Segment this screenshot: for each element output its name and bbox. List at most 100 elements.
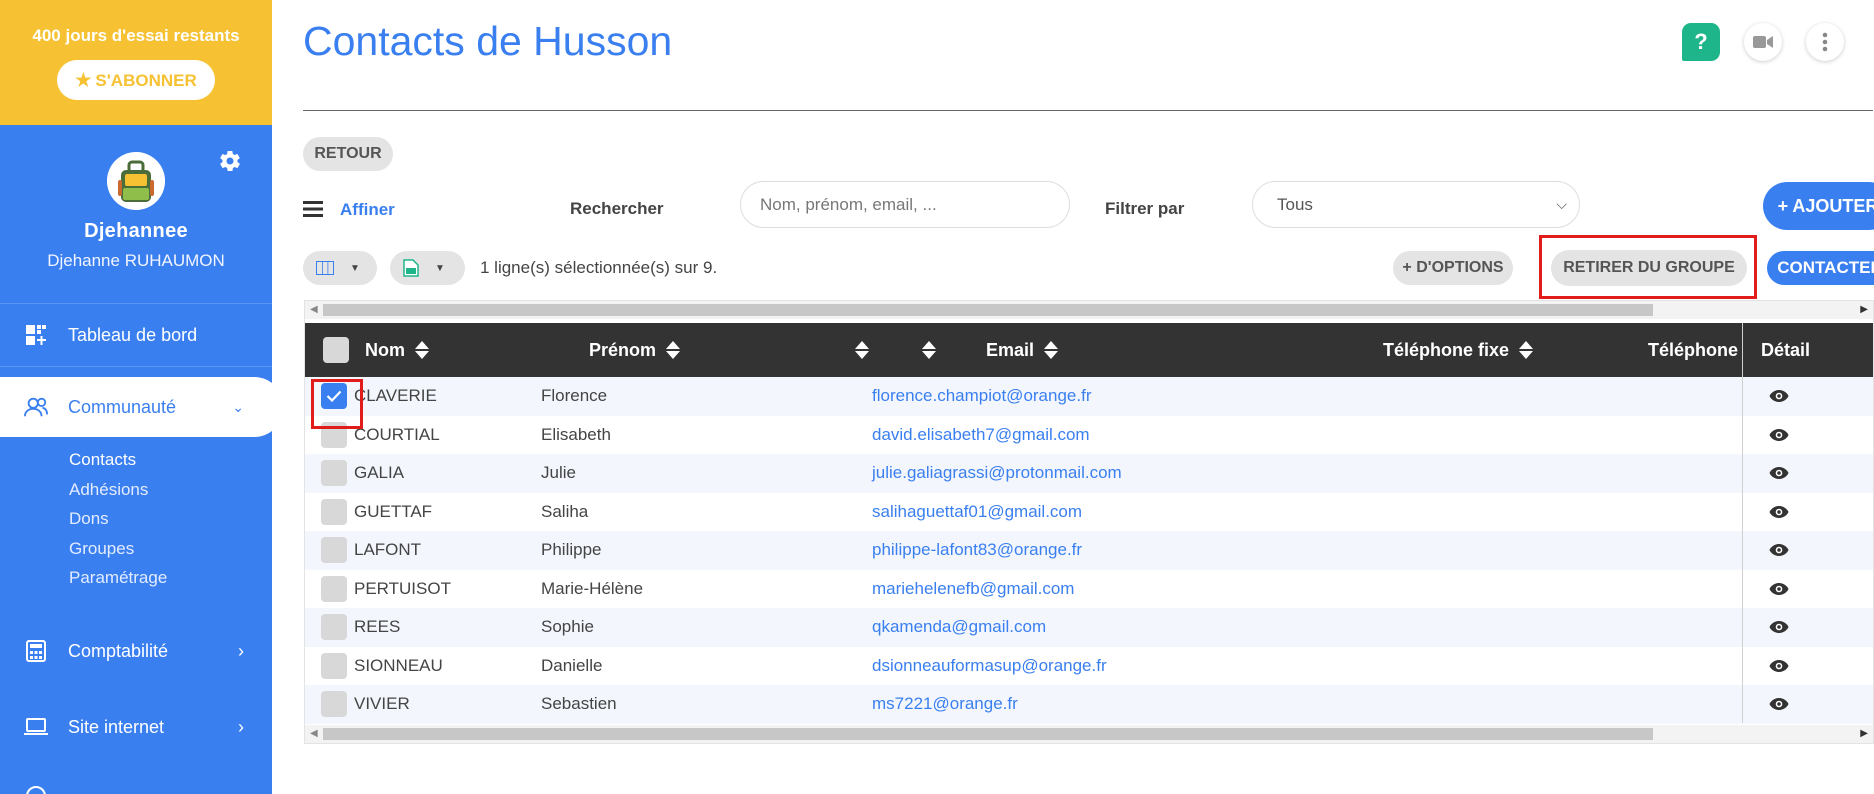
hamburger-icon[interactable] — [303, 201, 323, 217]
cell-email-link[interactable]: julie.galiagrassi@protonmail.com — [872, 454, 1122, 493]
column-header-email[interactable]: Email — [986, 323, 1059, 377]
row-checkbox[interactable] — [321, 460, 347, 487]
subnav-groups[interactable]: Groupes — [69, 537, 167, 567]
row-checkbox[interactable] — [321, 614, 347, 641]
row-checkbox-cell[interactable] — [321, 608, 347, 647]
video-call-button[interactable] — [1744, 23, 1782, 61]
scrollbar-thumb[interactable] — [323, 304, 1653, 316]
table-row[interactable]: REES Sophie qkamenda@gmail.com — [305, 608, 1873, 647]
cell-last-name: GALIA — [354, 463, 405, 483]
cell-last-name: PERTUISOT — [354, 578, 451, 598]
sort-icon[interactable] — [1519, 340, 1534, 360]
horizontal-scrollbar-bottom[interactable]: ◀ ▶ — [305, 725, 1873, 743]
dashboard-icon — [24, 323, 48, 347]
sidebar-item-accounting[interactable]: Comptabilité › — [0, 622, 272, 680]
add-button[interactable]: + AJOUTER — [1763, 182, 1874, 230]
subscribe-button[interactable]: ★ S'ABONNER — [57, 60, 215, 100]
scroll-right-icon[interactable]: ▶ — [1860, 304, 1868, 315]
caret-down-icon: ▼ — [435, 262, 445, 274]
kebab-menu-icon — [1822, 32, 1828, 52]
filter-by-label: Filtrer par — [1105, 199, 1185, 218]
row-checkbox[interactable] — [321, 537, 347, 564]
subnav-memberships[interactable]: Adhésions — [69, 478, 167, 508]
table-row[interactable]: GALIA Julie julie.galiagrassi@protonmail.c… — [305, 454, 1873, 493]
subnav-donations[interactable]: Dons — [69, 507, 167, 537]
contact-button[interactable]: CONTACTER — [1767, 251, 1874, 285]
cell-email-link[interactable]: salihaguettaf01@gmail.com — [872, 493, 1082, 532]
cell-last-name: SIONNEAU — [354, 655, 443, 675]
select-all-checkbox[interactable] — [323, 337, 349, 363]
row-checkbox-cell[interactable] — [321, 570, 347, 609]
gear-icon[interactable] — [218, 149, 242, 173]
sidebar: 400 jours d'essai restants ★ S'ABONNER Dj… — [0, 0, 272, 794]
table-row[interactable]: GUETTAF Saliha salihaguettaf01@gmail.com — [305, 492, 1873, 532]
back-button[interactable]: RETOUR — [303, 137, 393, 171]
row-checkbox-cell[interactable] — [321, 531, 347, 570]
sort-icon[interactable] — [415, 340, 429, 360]
sort-icon[interactable] — [855, 340, 869, 360]
table-row[interactable]: VIVIER Sebastien ms7221@orange.fr — [305, 685, 1873, 724]
horizontal-scrollbar-top[interactable]: ◀ ▶ — [305, 301, 1873, 319]
scroll-left-icon[interactable]: ◀ — [310, 304, 318, 315]
table-row[interactable]: CLAVERIE Florence florence.champiot@orange… — [305, 377, 1873, 416]
subnav-settings[interactable]: Paramétrage — [69, 566, 167, 596]
cell-email-link[interactable]: dsionneauformasup@orange.fr — [872, 647, 1107, 686]
table-row[interactable]: LAFONT Philippe philippe-lafont83@orange.f… — [305, 531, 1873, 570]
sort-icon[interactable] — [1044, 340, 1059, 360]
sort-icon[interactable] — [666, 340, 681, 360]
column-header-unnamed-1[interactable] — [845, 323, 869, 377]
table-row[interactable]: PERTUISOT Marie-Hélène mariehelenefb@gmail… — [305, 569, 1873, 609]
star-icon: ★ — [75, 70, 92, 90]
scrollbar-thumb[interactable] — [323, 728, 1653, 740]
cell-email-link[interactable]: david.elisabeth7@gmail.com — [872, 416, 1090, 455]
table-row[interactable]: SIONNEAU Danielle dsionneauformasup@orange… — [305, 646, 1873, 686]
filter-row: Affiner Rechercher Filtrer par Tous ⌵ + … — [303, 180, 1874, 230]
sidebar-item-website[interactable]: Site internet › — [0, 698, 272, 756]
table-row[interactable]: COURTIAL Elisabeth david.elisabeth7@gmail.… — [305, 415, 1873, 455]
community-subnav: Contacts Adhésions Dons Groupes Paramétr… — [69, 448, 167, 596]
search-label: Rechercher — [570, 199, 664, 218]
sort-icon[interactable] — [922, 340, 936, 360]
sidebar-item-partial[interactable] — [0, 776, 272, 794]
row-checkbox-cell[interactable] — [321, 454, 347, 493]
remove-from-group-button[interactable]: RETIRER DU GROUPE — [1551, 250, 1747, 286]
more-menu-button[interactable] — [1806, 23, 1844, 61]
export-button[interactable]: ▼ — [390, 251, 465, 285]
refine-link[interactable]: Affiner — [340, 200, 395, 220]
user-profile: Djehannee Djehanne RUHAUMON — [0, 125, 272, 300]
columns-toggle-button[interactable]: ▼ — [303, 251, 377, 285]
scroll-left-icon[interactable]: ◀ — [310, 728, 318, 739]
row-checkbox-cell[interactable] — [321, 685, 347, 724]
cell-last-name: VIVIER — [354, 694, 410, 714]
select-all-checkbox-cell[interactable] — [323, 323, 349, 377]
column-header-unnamed-2[interactable] — [912, 323, 936, 377]
row-checkbox-cell[interactable] — [321, 493, 347, 532]
search-input[interactable] — [740, 181, 1070, 228]
column-header-first-name[interactable]: Prénom — [589, 323, 681, 377]
cell-email-link[interactable]: qkamenda@gmail.com — [872, 608, 1046, 647]
row-checkbox[interactable] — [321, 652, 347, 679]
row-checkbox-cell[interactable] — [321, 647, 347, 686]
scroll-right-icon[interactable]: ▶ — [1860, 728, 1868, 739]
cell-email-link[interactable]: florence.champiot@orange.fr — [872, 377, 1091, 416]
cell-email-link[interactable]: mariehelenefb@gmail.com — [872, 570, 1074, 609]
column-header-phone[interactable]: Téléphone fixe — [1383, 323, 1534, 377]
sidebar-item-dashboard[interactable]: Tableau de bord — [0, 303, 272, 367]
cell-first-name: Philippe — [541, 540, 602, 560]
filter-select[interactable]: Tous ⌵ — [1252, 181, 1580, 228]
row-checkbox[interactable] — [321, 691, 347, 718]
title-divider — [303, 110, 1873, 111]
column-header-last-name[interactable]: Nom — [365, 323, 429, 377]
row-checkbox[interactable] — [321, 498, 347, 525]
more-options-button[interactable]: + D'OPTIONS — [1393, 251, 1513, 285]
video-camera-icon — [1753, 36, 1773, 48]
help-icon[interactable]: ? — [1682, 23, 1720, 61]
sidebar-item-community[interactable]: Communauté ⌄ — [0, 377, 272, 437]
cell-email-link[interactable]: ms7221@orange.fr — [872, 685, 1018, 724]
cell-email-link[interactable]: philippe-lafont83@orange.fr — [872, 531, 1082, 570]
sidebar-item-label: Site internet — [68, 716, 165, 737]
row-checkbox[interactable] — [321, 575, 347, 602]
subnav-contacts[interactable]: Contacts — [69, 448, 167, 478]
avatar[interactable] — [107, 152, 165, 210]
help-glyph: ? — [1694, 29, 1708, 54]
